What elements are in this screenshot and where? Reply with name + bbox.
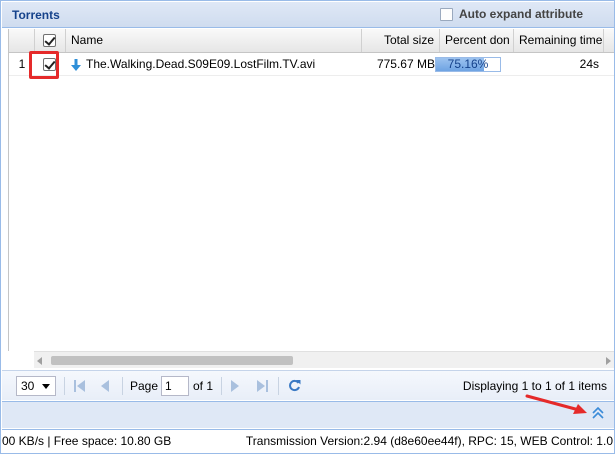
- torrent-panel: Torrents Auto expand attribute Name Tota…: [0, 0, 615, 454]
- page-number-input[interactable]: 1: [161, 376, 189, 396]
- page-size-select[interactable]: 30: [16, 376, 56, 396]
- last-page-icon[interactable]: [257, 380, 268, 392]
- column-header-percent-done[interactable]: Percent don: [440, 29, 514, 52]
- page-label: Page: [130, 379, 159, 393]
- checkbox-highlight: [29, 51, 59, 79]
- grid-header: Name Total size Percent don Remaining ti…: [8, 29, 614, 53]
- auto-expand-toggle[interactable]: Auto expand attribute: [440, 7, 583, 21]
- auto-expand-checkbox[interactable]: [440, 7, 453, 21]
- paging-display-message: Displaying 1 to 1 of 1 items: [462, 379, 607, 393]
- next-page-icon[interactable]: [231, 380, 239, 392]
- panel-title: Torrents: [12, 8, 60, 22]
- status-speed-space: 00 KB/s | Free space: 10.80 GB: [2, 434, 172, 448]
- column-header-name[interactable]: Name: [66, 29, 362, 52]
- column-header-total-size[interactable]: Total size: [362, 29, 440, 52]
- remaining-time-cell: 24s: [579, 57, 599, 71]
- column-header-remaining-time[interactable]: Remaining time: [514, 29, 604, 52]
- table-row[interactable]: 1 The.Walking.Dead.S09E09.LostFilm.TV.av…: [9, 53, 614, 76]
- select-all-header[interactable]: [35, 29, 66, 52]
- horizontal-scrollbar[interactable]: [34, 351, 614, 368]
- double-chevron-up-icon[interactable]: [592, 407, 604, 419]
- annotation-arrow-icon: [525, 394, 587, 414]
- refresh-icon[interactable]: [288, 379, 301, 392]
- status-bar: 00 KB/s | Free space: 10.80 GB Transmiss…: [2, 429, 614, 453]
- toolbar-separator: [64, 377, 65, 395]
- status-version: Transmission Version:2.94 (d8e60ee44f), …: [245, 434, 613, 448]
- prev-page-icon[interactable]: [101, 380, 109, 392]
- toolbar-separator: [278, 377, 279, 395]
- paging-toolbar: 30 Page 1 of 1 Displaying 1 to 1 of 1 it…: [2, 370, 614, 400]
- page-size-value: 30: [21, 379, 35, 393]
- panel-header: Torrents Auto expand attribute: [2, 2, 614, 28]
- page-count-label: of 1: [193, 379, 214, 393]
- scroll-thumb[interactable]: [51, 356, 293, 365]
- progress-text: 75.16%: [447, 57, 489, 71]
- toolbar-separator: [221, 377, 222, 395]
- scroll-left-icon[interactable]: [37, 357, 42, 365]
- chevron-down-icon[interactable]: [42, 384, 50, 389]
- total-size-cell: 775.67 MB: [376, 57, 435, 71]
- torrent-name: The.Walking.Dead.S09E09.LostFilm.TV.avi: [86, 57, 316, 71]
- select-all-checkbox[interactable]: [43, 34, 56, 48]
- toolbar-separator: [122, 377, 123, 395]
- scroll-right-icon[interactable]: [606, 357, 611, 365]
- rownum-header: [9, 29, 35, 52]
- progress-bar: 75.16%: [435, 57, 501, 72]
- torrent-name-cell: The.Walking.Dead.S09E09.LostFilm.TV.avi: [66, 53, 362, 76]
- grid-body: 1 The.Walking.Dead.S09E09.LostFilm.TV.av…: [8, 53, 614, 351]
- download-arrow-icon: [71, 58, 81, 71]
- collapse-bar: [2, 401, 614, 428]
- first-page-icon[interactable]: [74, 380, 85, 392]
- auto-expand-label: Auto expand attribute: [459, 7, 584, 21]
